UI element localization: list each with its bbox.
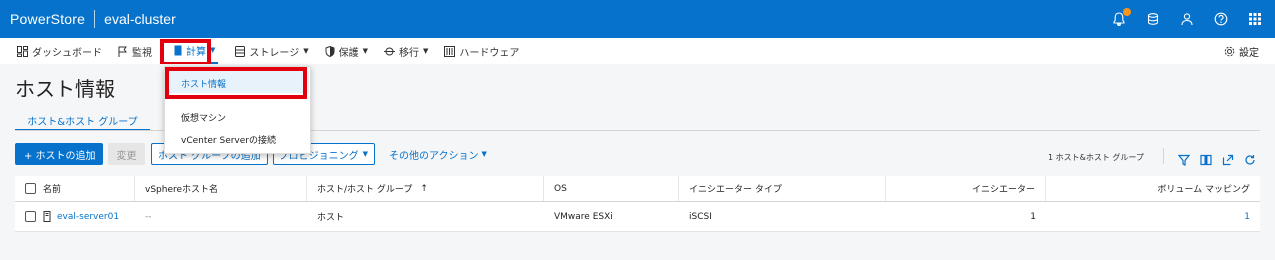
chevron-down-icon: ▼ (422, 47, 429, 55)
notification-dot (1123, 8, 1131, 16)
filter-icon[interactable] (1177, 151, 1191, 170)
chevron-down-icon: ▼ (303, 47, 309, 55)
user-icon[interactable] (1179, 11, 1195, 27)
column-header-vsphere-label: vSphereホスト名 (145, 185, 219, 195)
server-icon (43, 211, 51, 222)
nav-dashboard[interactable]: ダッシュボード (14, 38, 105, 64)
column-header-os[interactable]: OS (544, 176, 679, 201)
column-header-host-type-label: ホスト/ホスト グループ (317, 185, 413, 195)
column-header-volume-mappings[interactable]: ボリューム マッピング (1046, 176, 1260, 201)
nav-storage[interactable]: ストレージ ▼ (232, 38, 311, 64)
brand-name[interactable]: PowerStore (10, 11, 85, 27)
nav-dashboard-label: ダッシュボード (32, 47, 102, 59)
column-header-vsphere[interactable]: vSphereホスト名 (135, 176, 307, 201)
export-icon[interactable] (1222, 151, 1234, 170)
nav-migration[interactable]: 移行 ▼ (381, 38, 431, 64)
jobs-icon[interactable] (1145, 11, 1161, 27)
top-icons (1111, 0, 1263, 38)
refresh-icon[interactable] (1244, 151, 1256, 170)
tab-hosts-host-groups[interactable]: ホスト&ホスト グループ (15, 113, 150, 131)
result-count: 1 ホスト&ホスト グループ (1048, 153, 1144, 162)
column-header-initiator-type[interactable]: イニシエーター タイプ (679, 176, 886, 201)
sort-ascending-icon: ↑ (420, 183, 428, 194)
hosts-table: 名前 vSphereホスト名 ホスト/ホスト グループ ↑ OS イニシエーター… (15, 176, 1260, 232)
cell-initiators: 1 (1030, 211, 1036, 222)
column-header-name-label: 名前 (43, 185, 62, 195)
chevron-down-icon: ▼ (481, 150, 487, 158)
cell-vsphere: -- (145, 211, 152, 222)
cluster-name: eval-cluster (104, 11, 176, 27)
cell-os: VMware ESXi (554, 211, 613, 222)
nav-monitoring[interactable]: 監視 (115, 38, 155, 64)
gear-icon (1224, 46, 1235, 56)
flag-icon (118, 46, 127, 57)
columns-icon[interactable] (1200, 151, 1212, 170)
host-name-link[interactable]: eval-server01 (57, 212, 119, 222)
add-host-button[interactable]: + ホストの追加 (15, 143, 103, 165)
nav-protection[interactable]: 保護 ▼ (322, 38, 371, 64)
nav-settings[interactable]: 設定 (1224, 38, 1259, 64)
table-row[interactable]: eval-server01 -- ホスト VMware ESXi iSCSI 1… (15, 202, 1260, 232)
column-header-initiators-label: イニシエーター (971, 185, 1035, 195)
nav-monitoring-label: 監視 (132, 47, 152, 59)
cell-volume-mappings[interactable]: 1 (1046, 202, 1260, 231)
nav-protection-label: 保護 (338, 47, 359, 59)
nav-hardware[interactable]: ハードウェア (441, 38, 522, 64)
top-bar: PowerStore eval-cluster (0, 0, 1275, 38)
help-icon[interactable] (1213, 11, 1229, 27)
more-actions-label: その他のアクション (389, 150, 479, 162)
nav-hardware-label: ハードウェア (459, 47, 520, 59)
column-header-os-label: OS (554, 183, 567, 194)
modify-button[interactable]: 変更 (108, 143, 145, 165)
dashboard-icon (17, 45, 28, 57)
row-checkbox[interactable] (25, 211, 36, 222)
cell-host-type: ホスト (317, 213, 345, 223)
nav-settings-label: 設定 (1239, 47, 1259, 59)
bell-icon[interactable] (1111, 8, 1131, 27)
shield-icon (325, 45, 335, 57)
dropdown-item-virtual-machines[interactable]: 仮想マシン (181, 111, 226, 124)
host-info-highlight (165, 67, 307, 99)
nav-storage-label: ストレージ (249, 47, 300, 59)
cell-name: eval-server01 (15, 202, 135, 231)
column-header-host-type[interactable]: ホスト/ホスト グループ ↑ (307, 176, 544, 201)
column-header-name[interactable]: 名前 (15, 176, 135, 201)
compute-menu-highlight (160, 39, 211, 66)
chevron-down-icon: ▼ (362, 47, 368, 55)
brand-divider (94, 10, 96, 28)
storage-icon (235, 45, 246, 57)
table-header: 名前 vSphereホスト名 ホスト/ホスト グループ ↑ OS イニシエーター… (15, 176, 1260, 202)
page-title: ホスト情報 (15, 77, 115, 101)
select-all-checkbox[interactable] (25, 183, 36, 194)
nav-migration-label: 移行 (398, 47, 419, 59)
cell-initiator-type: iSCSI (689, 211, 712, 222)
apps-grid-icon[interactable] (1247, 11, 1263, 27)
column-header-initiator-type-label: イニシエーター タイプ (689, 185, 782, 195)
dropdown-item-vcenter[interactable]: vCenter Serverの接続 (181, 133, 276, 146)
migrate-icon (383, 47, 395, 55)
more-actions-button[interactable]: その他のアクション ▼ (389, 143, 487, 165)
toolbar-divider (1163, 148, 1164, 164)
column-header-volume-mappings-label: ボリューム マッピング (1157, 185, 1250, 195)
hardware-icon (444, 45, 456, 57)
chevron-down-icon: ▼ (362, 150, 368, 158)
column-header-initiators[interactable]: イニシエーター (886, 176, 1046, 201)
table-tools (1177, 151, 1256, 170)
